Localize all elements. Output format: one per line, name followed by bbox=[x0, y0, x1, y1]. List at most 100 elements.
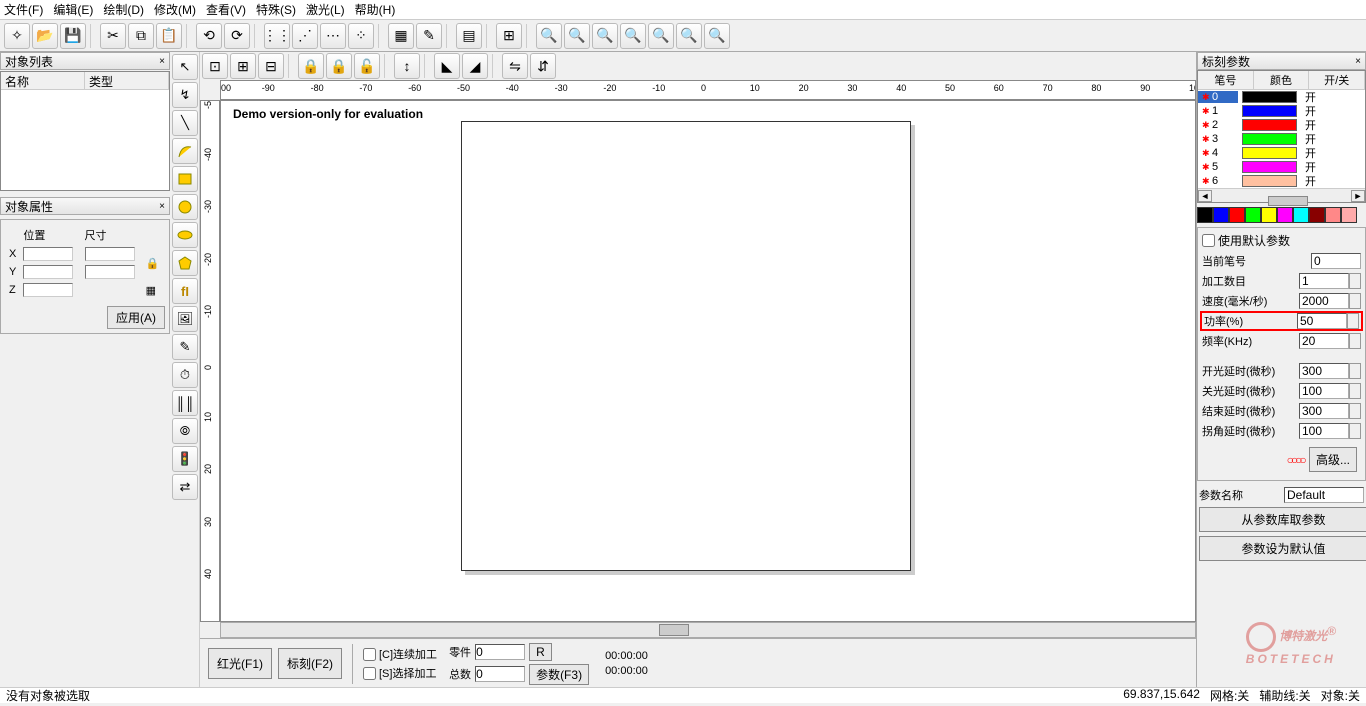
advanced-button[interactable]: 高级... bbox=[1309, 447, 1357, 472]
spinner-icon[interactable] bbox=[1349, 273, 1361, 289]
copy-icon[interactable]: ⧉ bbox=[128, 23, 154, 49]
polygon-icon[interactable] bbox=[172, 250, 198, 276]
vector-icon[interactable]: ✎ bbox=[172, 334, 198, 360]
curve-icon[interactable] bbox=[172, 138, 198, 164]
color-swatch[interactable] bbox=[1341, 207, 1357, 223]
pen-row[interactable]: 6开 bbox=[1198, 174, 1365, 188]
dots4-icon[interactable]: ⁘ bbox=[348, 23, 374, 49]
pen-row[interactable]: 4开 bbox=[1198, 146, 1365, 160]
select-checkbox[interactable] bbox=[363, 667, 376, 680]
dots3-icon[interactable]: ⋯ bbox=[320, 23, 346, 49]
color-swatch[interactable] bbox=[1229, 207, 1245, 223]
undo-icon[interactable]: ⟲ bbox=[196, 23, 222, 49]
menu-item[interactable]: 帮助(H) bbox=[355, 1, 396, 18]
clock-icon[interactable]: ⦾ bbox=[172, 418, 198, 444]
open-icon[interactable]: 📂 bbox=[32, 23, 58, 49]
ellipse-icon[interactable] bbox=[172, 222, 198, 248]
image-icon[interactable]: 🖼 bbox=[172, 306, 198, 332]
apply-button[interactable]: 应用(A) bbox=[107, 306, 165, 329]
menu-item[interactable]: 激光(L) bbox=[306, 1, 345, 18]
size-y-input[interactable] bbox=[85, 265, 135, 279]
zoom-box-icon[interactable]: 🔍 bbox=[704, 23, 730, 49]
spinner-icon[interactable] bbox=[1349, 293, 1361, 309]
r-button[interactable]: R bbox=[529, 643, 552, 661]
spinner-icon[interactable] bbox=[1349, 363, 1361, 379]
pos-y-input[interactable] bbox=[23, 265, 73, 279]
size-x-input[interactable] bbox=[85, 247, 135, 261]
barcode-icon[interactable]: ║║ bbox=[172, 390, 198, 416]
end-delay-input[interactable] bbox=[1299, 403, 1349, 419]
hatch-icon[interactable]: ▦ bbox=[388, 23, 414, 49]
color-swatch[interactable] bbox=[1309, 207, 1325, 223]
select-icon[interactable]: ↖ bbox=[172, 54, 198, 80]
tree-icon[interactable]: ⊞ bbox=[496, 23, 522, 49]
object-list[interactable]: 名称 类型 bbox=[0, 71, 170, 191]
ungroup-icon[interactable]: ⊟ bbox=[258, 53, 284, 79]
zoom-all-icon[interactable]: 🔍 bbox=[648, 23, 674, 49]
red-light-button[interactable]: 红光(F1) bbox=[208, 648, 272, 679]
poly-delay-input[interactable] bbox=[1299, 423, 1349, 439]
canvas[interactable]: Demo version-only for evaluation bbox=[220, 100, 1196, 622]
arrow1-icon[interactable]: ◣ bbox=[434, 53, 460, 79]
unlock-icon[interactable]: 🔓 bbox=[354, 53, 380, 79]
spinner-icon[interactable] bbox=[1347, 313, 1359, 329]
text-icon[interactable]: fI bbox=[172, 278, 198, 304]
spinner-icon[interactable] bbox=[1349, 423, 1361, 439]
grid-icon[interactable]: ▦ bbox=[144, 282, 163, 298]
freq-input[interactable] bbox=[1299, 333, 1349, 349]
tools-icon[interactable]: ✎ bbox=[416, 23, 442, 49]
count-input[interactable] bbox=[1299, 273, 1349, 289]
pen-scroll[interactable]: ◄► bbox=[1198, 188, 1365, 202]
lock-icon[interactable]: 🔒 bbox=[144, 246, 163, 280]
save-icon[interactable]: 💾 bbox=[60, 23, 86, 49]
rings-icon[interactable]: ○○○○ bbox=[1287, 453, 1304, 467]
param-name-input[interactable] bbox=[1284, 487, 1364, 503]
zoom-window-icon[interactable]: 🔍 bbox=[592, 23, 618, 49]
pen-row[interactable]: 2开 bbox=[1198, 118, 1365, 132]
close-icon[interactable]: × bbox=[159, 56, 165, 67]
pen-table[interactable]: 笔号颜色开/关 0开1开2开3开4开5开6开 ◄► bbox=[1197, 70, 1366, 203]
cut-icon[interactable]: ✂ bbox=[100, 23, 126, 49]
color-swatch[interactable] bbox=[1261, 207, 1277, 223]
color-swatch[interactable] bbox=[1213, 207, 1229, 223]
zoom-in-icon[interactable]: 🔍 bbox=[536, 23, 562, 49]
pen-row[interactable]: 1开 bbox=[1198, 104, 1365, 118]
continuous-checkbox[interactable] bbox=[363, 648, 376, 661]
spinner-icon[interactable] bbox=[1349, 333, 1361, 349]
mirror-v-icon[interactable]: ⇵ bbox=[530, 53, 556, 79]
dots1-icon[interactable]: ⋮⋮ bbox=[264, 23, 290, 49]
menu-item[interactable]: 编辑(E) bbox=[53, 1, 93, 18]
group-icon[interactable]: ⊞ bbox=[230, 53, 256, 79]
color-swatch[interactable] bbox=[1197, 207, 1213, 223]
lock2-icon[interactable]: 🔒 bbox=[326, 53, 352, 79]
color-palette[interactable] bbox=[1197, 207, 1366, 223]
speed-input[interactable] bbox=[1299, 293, 1349, 309]
new-icon[interactable]: ✧ bbox=[4, 23, 30, 49]
menu-item[interactable]: 绘制(D) bbox=[103, 1, 144, 18]
menu-item[interactable]: 查看(V) bbox=[206, 1, 246, 18]
close-icon[interactable]: × bbox=[159, 201, 165, 212]
color-swatch[interactable] bbox=[1277, 207, 1293, 223]
mark-button[interactable]: 标刻(F2) bbox=[278, 648, 342, 679]
light-icon[interactable]: 🚦 bbox=[172, 446, 198, 472]
color-swatch[interactable] bbox=[1325, 207, 1341, 223]
current-pen-input[interactable] bbox=[1311, 253, 1361, 269]
off-delay-input[interactable] bbox=[1299, 383, 1349, 399]
parts-input[interactable] bbox=[475, 644, 525, 660]
spinner-icon[interactable] bbox=[1349, 403, 1361, 419]
redo-icon[interactable]: ⟳ bbox=[224, 23, 250, 49]
dots2-icon[interactable]: ⋰ bbox=[292, 23, 318, 49]
lock-icon[interactable]: 🔒 bbox=[298, 53, 324, 79]
select-all-icon[interactable]: ⊡ bbox=[202, 53, 228, 79]
paste-icon[interactable]: 📋 bbox=[156, 23, 182, 49]
close-icon[interactable]: × bbox=[1355, 56, 1361, 67]
pen-row[interactable]: 5开 bbox=[1198, 160, 1365, 174]
from-lib-button[interactable]: 从参数库取参数 bbox=[1199, 507, 1366, 532]
power-input[interactable] bbox=[1297, 313, 1347, 329]
line-icon[interactable]: ╲ bbox=[172, 110, 198, 136]
pen-row[interactable]: 3开 bbox=[1198, 132, 1365, 146]
spinner-icon[interactable] bbox=[1349, 383, 1361, 399]
rect-icon[interactable] bbox=[172, 166, 198, 192]
pen-row[interactable]: 0开 bbox=[1198, 90, 1365, 104]
menu-item[interactable]: 文件(F) bbox=[4, 1, 43, 18]
